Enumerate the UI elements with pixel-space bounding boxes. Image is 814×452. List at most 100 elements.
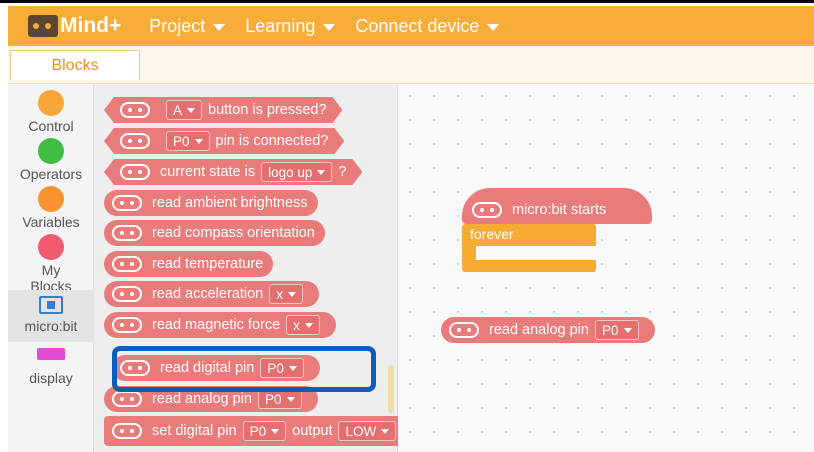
block-label: read temperature [152,256,264,272]
block-label: ? [338,164,347,180]
microbit-icon [120,102,150,118]
microbit-icon [112,195,142,211]
dropdown-arrow-icon [381,428,390,434]
microbit-icon [120,133,150,149]
microbit-icon [112,256,142,272]
block-label: forever [470,226,514,242]
block-label: read magnetic force [152,317,281,333]
code-workspace[interactable] [398,84,814,452]
category-label: Variables [22,214,80,230]
caret-down-icon [487,23,500,31]
microbit-icon [112,391,142,407]
microbit-icon [472,202,502,218]
block-pin-connected[interactable]: P0 pin is connected? [104,128,344,154]
dropdown-value: P0 [173,133,190,149]
menu-project-label: Project [149,15,206,36]
microbit-icon [120,164,150,180]
block-forever[interactable]: forever [462,224,596,272]
pin-dropdown[interactable]: P0 [594,320,639,340]
block-label: read compass orientation [152,225,315,241]
block-label: read acceleration [152,286,264,302]
state-dropdown[interactable]: logo up [261,162,332,182]
block-current-state[interactable]: current state is logo up ? [104,159,362,185]
axis-dropdown[interactable]: x [269,284,303,304]
block-button-pressed[interactable]: A button is pressed? [104,97,343,123]
dropdown-arrow-icon [623,327,632,333]
block-label: output [292,423,333,439]
tab-blocks[interactable]: Blocks [10,50,140,80]
dropdown-arrow-icon [195,139,203,144]
dropdown-value: x [293,317,300,333]
category-label: Control [28,118,74,134]
microbit-icon [112,317,142,333]
pin-dropdown[interactable]: P0 [166,131,210,151]
category-my-blocks[interactable]: My Blocks [8,234,94,294]
menu-bar: Mind+ Project Learning Connect device [8,6,814,46]
menu-project[interactable]: Project [149,15,226,37]
category-label: Operators [19,166,83,182]
mind-plus-logo-icon [28,15,58,37]
selection-highlight [112,346,376,392]
block-read-magnetic-force[interactable]: read magnetic force x [104,312,336,338]
forever-slot [476,246,596,260]
microbit-icon [112,423,142,439]
category-display[interactable]: display [8,348,94,386]
category-sidebar: Control Operators Variables My Blocks mi… [8,84,94,452]
pin-dropdown[interactable]: P0 [242,421,287,441]
dropdown-value: P0 [601,322,619,338]
dropdown-arrow-icon [271,428,280,434]
block-label: read ambient brightness [152,195,308,211]
caret-down-icon [323,23,336,31]
menu-learning[interactable]: Learning [245,15,336,37]
palette-scrollbar[interactable] [388,365,394,413]
caret-down-icon [213,23,226,31]
block-read-ambient-brightness[interactable]: read ambient brightness [104,190,318,216]
app-logo[interactable]: Mind+ [28,14,121,38]
category-label: micro:bit [24,318,78,334]
category-operators[interactable]: Operators [8,138,94,182]
category-variables[interactable]: Variables [8,186,94,230]
block-read-temperature[interactable]: read temperature [104,251,274,277]
dropdown-arrow-icon [286,396,295,402]
control-color-dot [38,90,64,116]
dropdown-arrow-icon [187,108,195,113]
dropdown-arrow-icon [317,170,325,175]
level-dropdown[interactable]: LOW [338,421,397,441]
block-microbit-starts[interactable]: micro:bit starts [462,188,652,224]
dropdown-value: P0 [249,423,267,439]
workspace-block-read-analog-pin[interactable]: read analog pin P0 [441,317,655,343]
variables-color-dot [38,186,64,212]
block-read-acceleration[interactable]: read acceleration x [104,281,319,307]
category-microbit[interactable]: micro:bit [8,290,94,342]
menu-learning-label: Learning [245,15,316,36]
dropdown-value: x [276,286,283,302]
block-label: pin is connected? [215,133,329,149]
microbit-icon [112,286,142,302]
category-control[interactable]: Control [8,90,94,134]
block-label: read analog pin [152,391,252,407]
block-label: set digital pin [152,423,237,439]
block-label: micro:bit starts [512,202,607,218]
dropdown-arrow-icon [304,322,313,328]
dropdown-value: LOW [345,423,377,439]
microbit-icon [112,225,142,241]
microbit-icon [449,322,479,338]
block-read-compass-orientation[interactable]: read compass orientation [104,220,325,246]
dropdown-arrow-icon [288,291,296,297]
block-label: read analog pin [489,322,589,338]
menu-connect-device[interactable]: Connect device [355,15,500,37]
display-icon [37,348,65,360]
axis-dropdown[interactable]: x [286,315,320,335]
category-label: display [29,370,73,386]
menu-connect-device-label: Connect device [355,15,480,36]
my-blocks-color-dot [38,234,64,260]
dropdown-value: P0 [264,391,282,407]
operators-color-dot [38,138,64,164]
tab-bar: Blocks [8,46,814,84]
button-dropdown[interactable]: A [166,100,202,120]
block-label: current state is [160,164,256,180]
block-label: button is pressed? [208,102,327,118]
pin-dropdown[interactable]: P0 [257,389,302,409]
block-set-digital-pin[interactable]: set digital pin P0 output LOW [104,416,413,446]
dropdown-value: logo up [268,164,313,180]
